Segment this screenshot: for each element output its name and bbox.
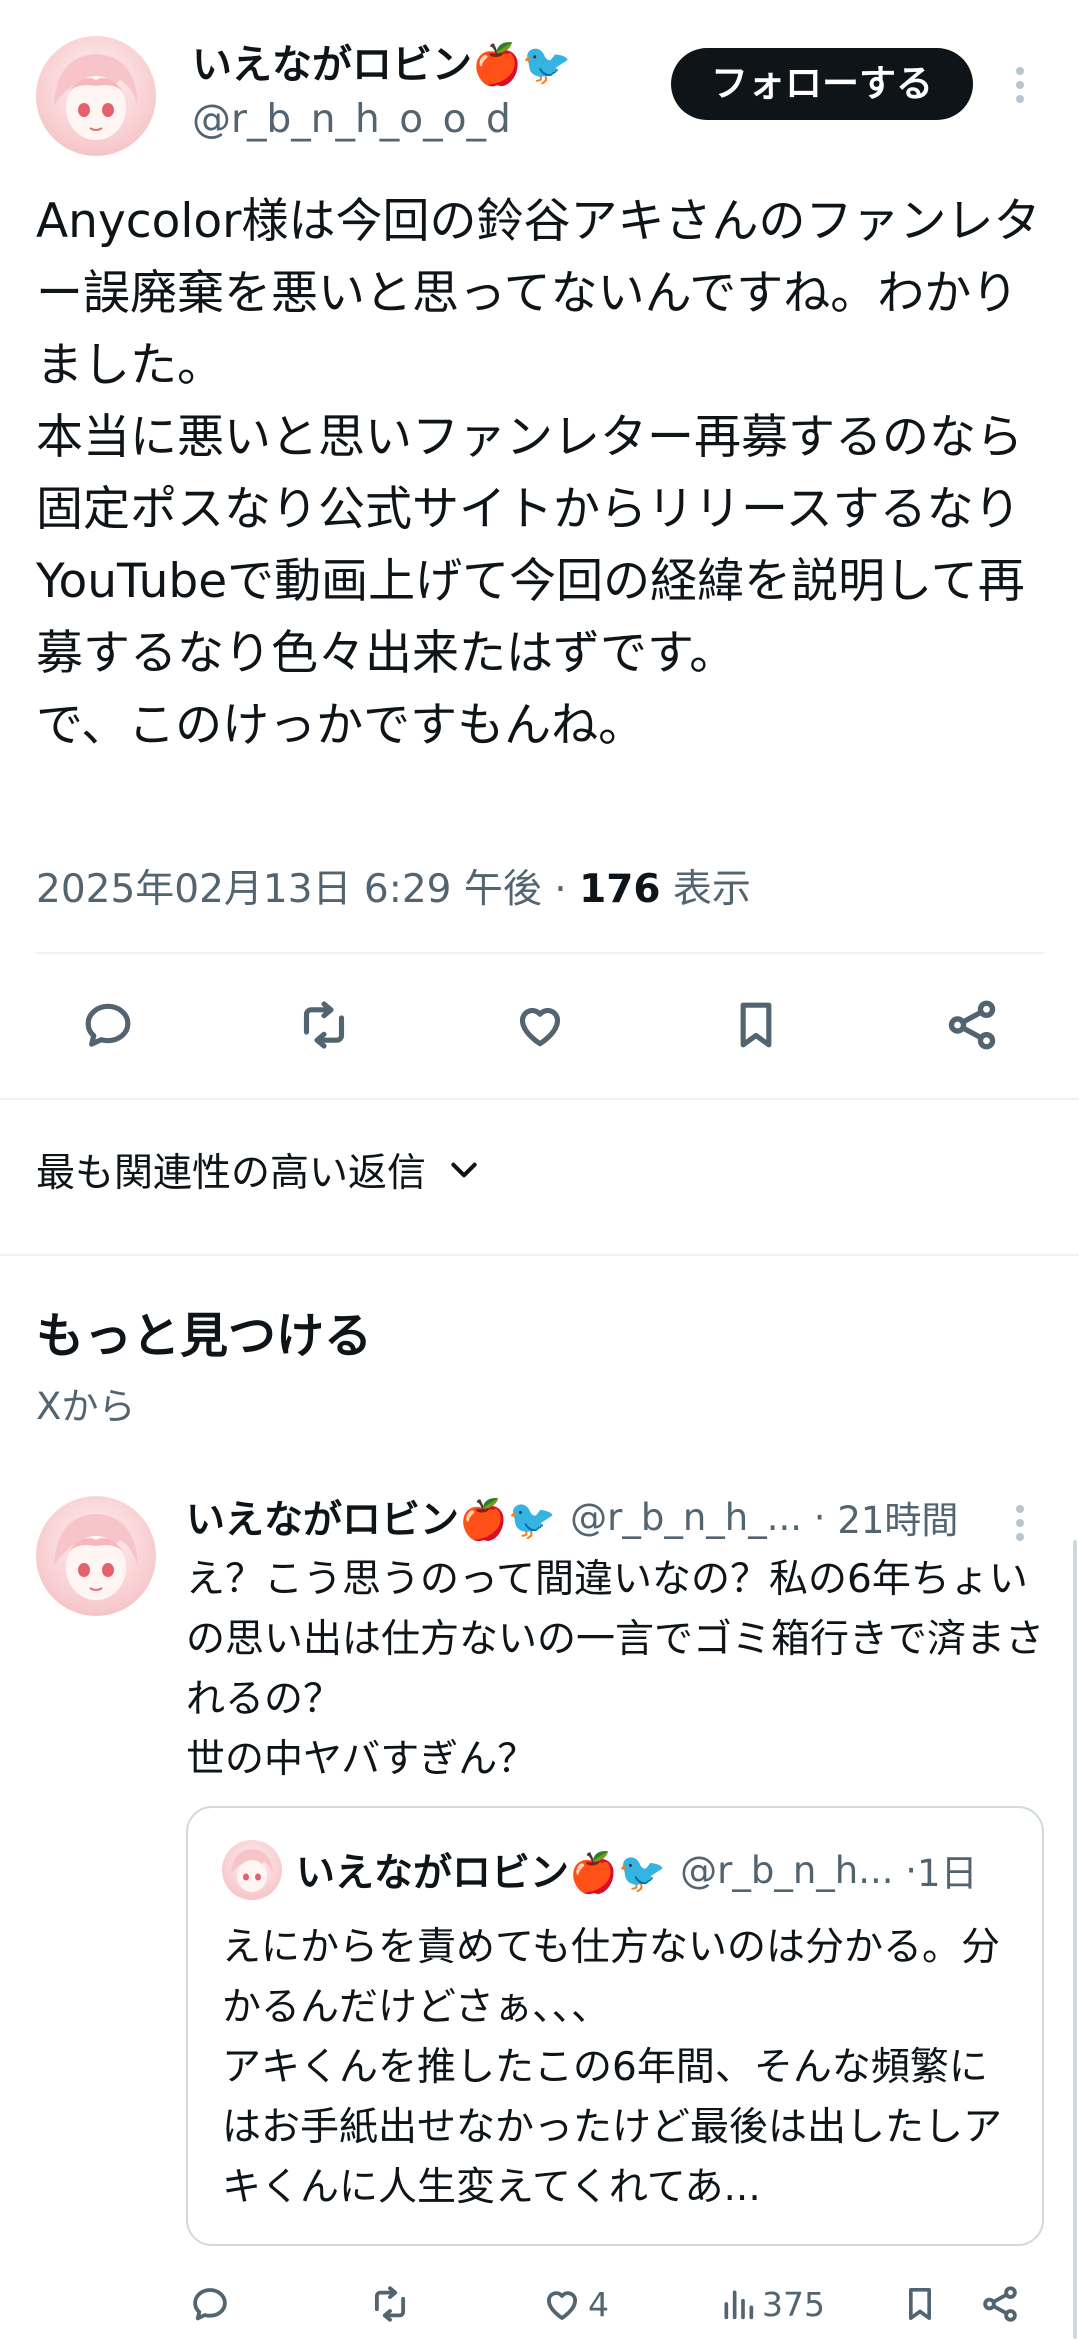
more-icon[interactable] [1000, 1498, 1040, 1548]
views-button[interactable]: 375 [718, 2276, 825, 2332]
follow-button[interactable]: フォローする [671, 48, 973, 120]
discover-title: もっと見つける [36, 1308, 373, 1364]
post-author-name[interactable]: いえながロビン🍎🐦 [186, 1490, 556, 1544]
author-avatar[interactable] [36, 36, 156, 156]
reply-icon[interactable] [180, 2276, 240, 2332]
quoted-author-name: いえながロビン🍎🐦 [296, 1851, 667, 1896]
divider [36, 952, 1044, 954]
reply-icon[interactable] [68, 995, 148, 1055]
repost-icon[interactable] [284, 995, 364, 1055]
post-text: え？こう思うのって間違いなの？私の6年ちょいの思い出は仕方ないの一言でゴミ箱行き… [186, 1557, 1045, 1782]
share-icon[interactable] [932, 995, 1012, 1055]
quoted-avatar [222, 1840, 282, 1900]
heart-icon [540, 2283, 584, 2325]
avatar-illustration-icon [54, 54, 138, 140]
quoted-text: えにからを責めても仕方ないのは分かる。分かるんだけどさぁ、、、 アキくんを推した… [222, 1925, 1003, 2210]
tweet-timestamp[interactable]: 2025年02月13日 6:29 午後 [36, 867, 542, 912]
discover-subtitle: Xから [36, 1385, 136, 1428]
bookmark-icon[interactable] [892, 2276, 948, 2332]
post-header: いえながロビン🍎🐦 @r_b_n_h_... · 21時間 [186, 1490, 986, 1544]
divider [0, 1098, 1079, 1100]
more-icon[interactable] [1000, 60, 1040, 110]
repost-icon[interactable] [360, 2276, 420, 2332]
author-name[interactable]: いえながロビン🍎🐦 [192, 38, 572, 92]
views-count: 375 [762, 2284, 825, 2324]
post-separator: · [802, 1495, 838, 1539]
replies-filter-label: 最も関連性の高い返信 [36, 1151, 427, 1196]
share-icon[interactable] [970, 2276, 1030, 2332]
divider [0, 1254, 1079, 1256]
quoted-post[interactable]: いえながロビン🍎🐦 @r_b_n_h... · 1日 えにからを責めても仕方ない… [186, 1806, 1044, 2246]
quoted-header: いえながロビン🍎🐦 @r_b_n_h... · 1日 [296, 1842, 1016, 1898]
like-button[interactable]: 4 [540, 2276, 609, 2332]
meta-separator: · [554, 867, 580, 912]
avatar-illustration-icon [54, 1514, 138, 1600]
post-avatar[interactable] [36, 1496, 156, 1616]
scrollbar[interactable] [1073, 1540, 1077, 2339]
tweet-text: Anycolor様は今回の鈴谷アキさんのファンレター誤廃棄を悪いと思ってないんで… [36, 194, 1041, 753]
chevron-down-icon [448, 1158, 480, 1182]
author-handle[interactable]: @r_b_n_h_o_o_d [192, 94, 511, 146]
post-author-handle[interactable]: @r_b_n_h_... [570, 1496, 802, 1539]
analytics-icon [718, 2284, 758, 2324]
quoted-time: 1日 [917, 1852, 978, 1895]
heart-icon[interactable] [500, 995, 580, 1055]
views-count: 176 [579, 867, 661, 912]
quoted-author-handle: @r_b_n_h... [680, 1848, 894, 1892]
views-label: 表示 [672, 867, 751, 912]
avatar-illustration-icon [231, 1849, 273, 1892]
post-time[interactable]: 21時間 [837, 1490, 958, 1544]
replies-filter[interactable]: 最も関連性の高い返信 [36, 1142, 480, 1198]
bookmark-icon[interactable] [716, 995, 796, 1055]
tweet-meta: 2025年02月13日 6:29 午後 · 176 表示 [36, 864, 751, 916]
quoted-separator: · [893, 1848, 918, 1892]
like-count: 4 [588, 2284, 609, 2324]
